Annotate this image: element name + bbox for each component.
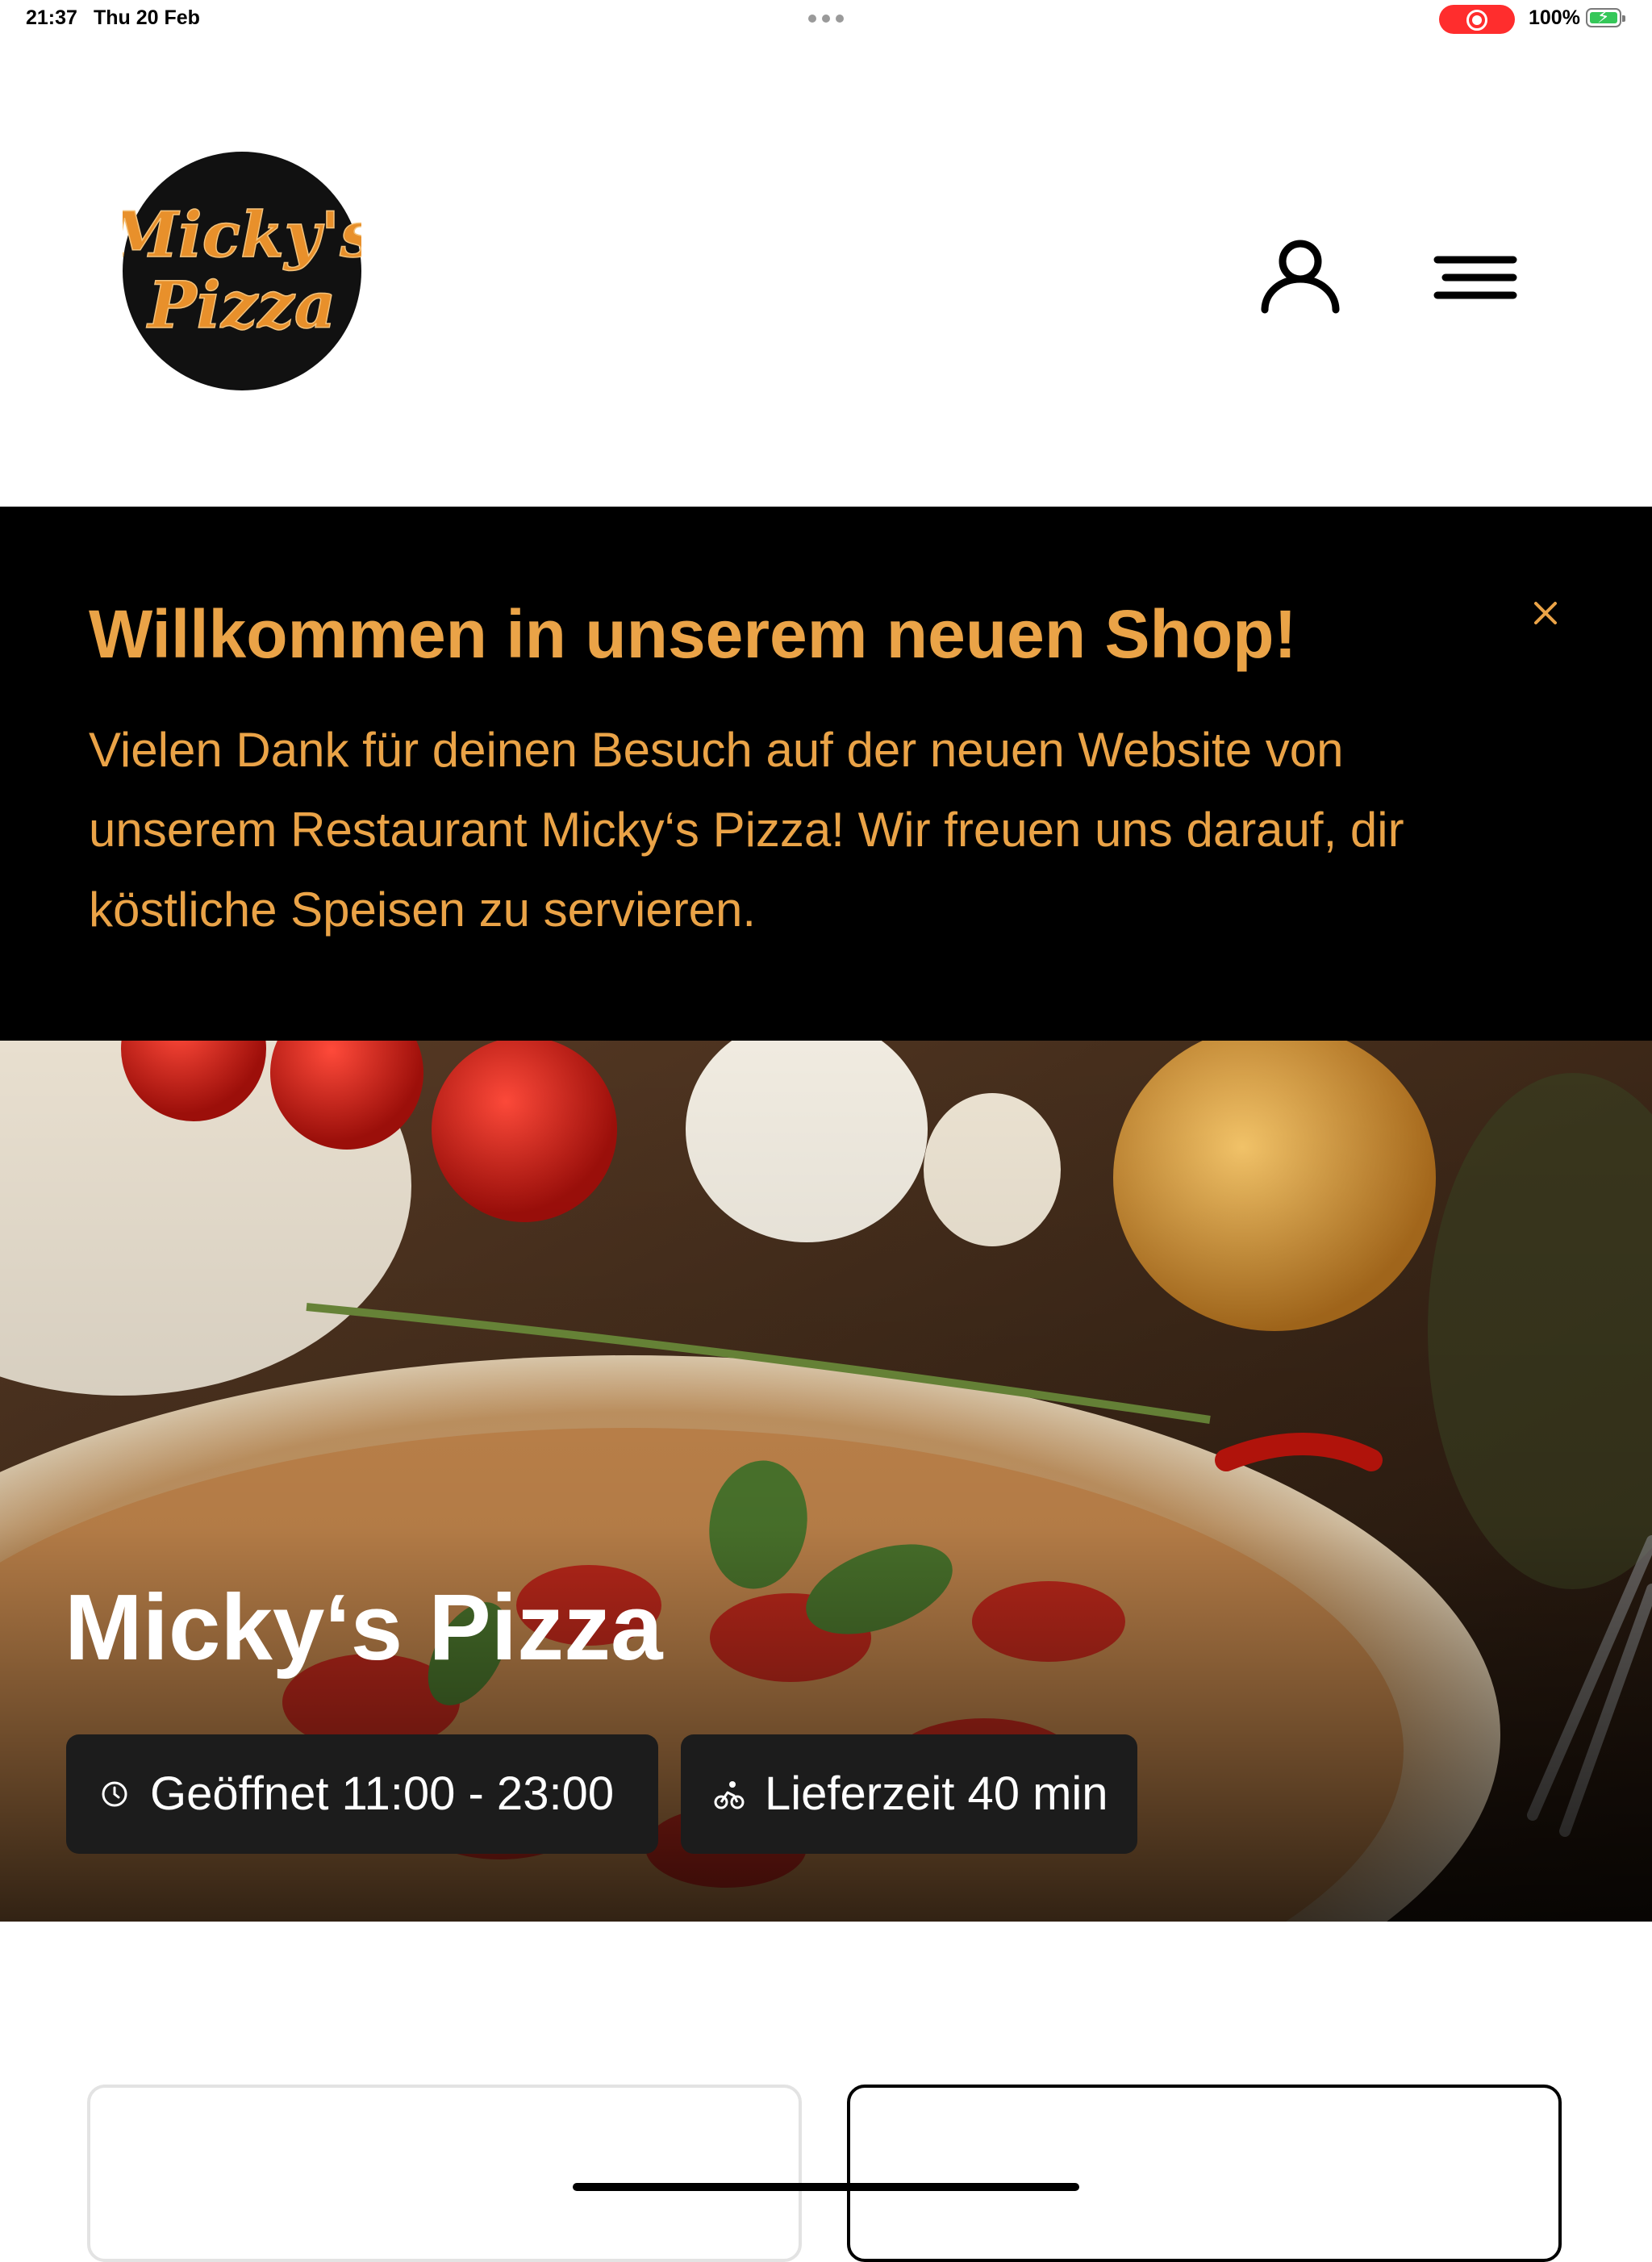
logo-text-line2: Pizza [146,267,336,343]
restaurant-logo[interactable]: Micky's Pizza [123,152,361,390]
account-button[interactable] [1249,226,1352,329]
status-date: Thu 20 Feb [94,6,200,29]
order-option-card-right[interactable] [847,2085,1562,2262]
opening-hours-badge: Geöffnet 11:00 - 23:00 [66,1734,658,1854]
restaurant-name: Micky‘s Pizza [65,1575,663,1680]
opening-hours-text: Geöffnet 11:00 - 23:00 [150,1767,615,1820]
status-time: 21:37 [26,6,77,29]
order-option-card-left[interactable] [87,2085,802,2262]
delivery-time-text: Lieferzeit 40 min [765,1767,1108,1820]
battery-percentage: 100% [1529,6,1580,29]
banner-text: Vielen Dank für deinen Besuch auf der ne… [89,723,1404,937]
welcome-banner: Willkommen in unserem neuen Shop! Vielen… [0,507,1652,1041]
site-header: Micky's Pizza [0,39,1652,507]
status-bar: 21:37 Thu 20 Feb 100% ⚡ [0,0,1652,39]
logo-text-line1: Micky's [123,198,361,272]
user-icon [1261,240,1340,314]
banner-title: Willkommen in unserem neuen Shop! [89,596,1297,672]
delivery-time-badge: Lieferzeit 40 min [681,1734,1137,1854]
battery-charging-icon: ⚡ [1586,7,1625,27]
home-indicator[interactable] [573,2183,1079,2191]
multitask-dots-icon[interactable] [808,15,844,23]
menu-icon [1433,256,1517,299]
menu-button[interactable] [1423,226,1526,329]
hero-section: Micky‘s Pizza Geöffnet 11:00 - 23:00 Lie… [0,1041,1652,1922]
clock-icon [102,1781,127,1807]
screen-recording-icon[interactable] [1439,5,1515,34]
delivery-bike-icon [714,1781,745,1809]
close-icon [1534,602,1557,624]
banner-close-button[interactable] [1521,589,1570,637]
